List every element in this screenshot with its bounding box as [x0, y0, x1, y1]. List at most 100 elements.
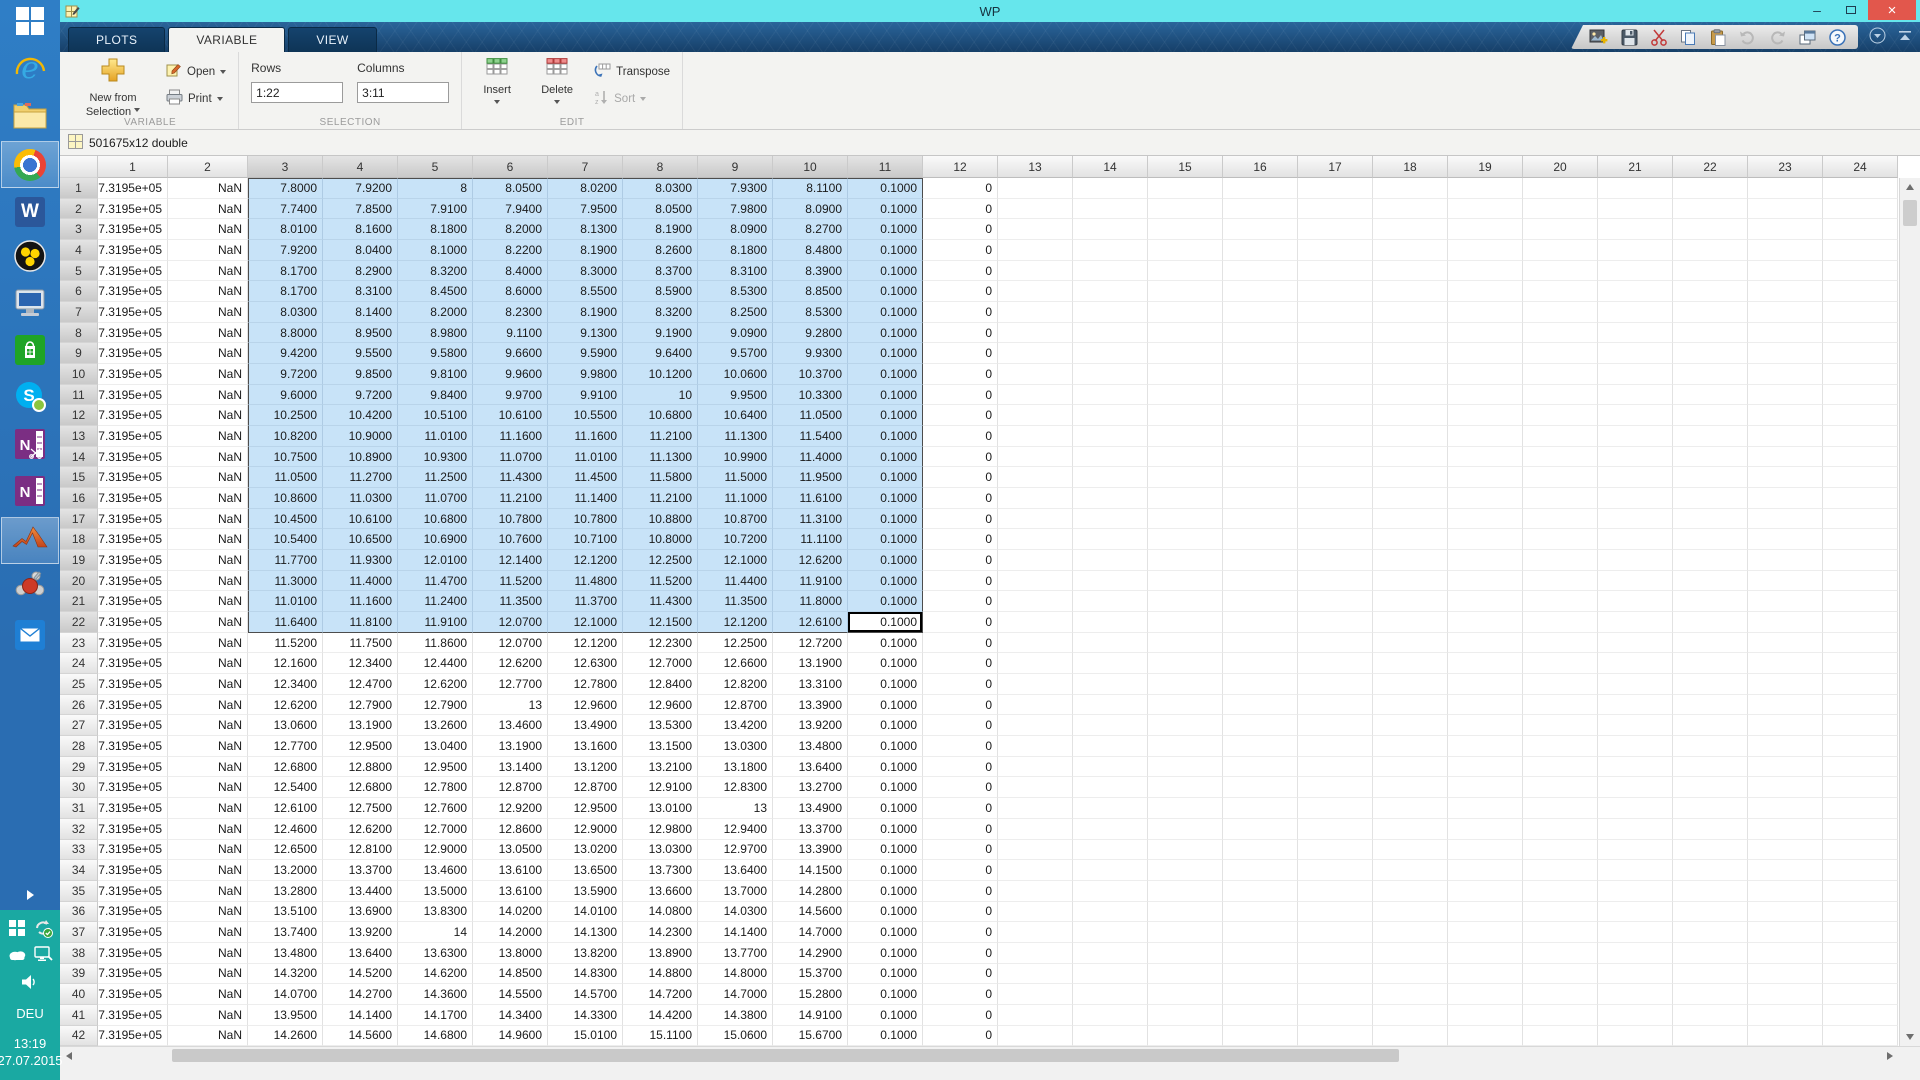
table-cell[interactable]	[1823, 261, 1898, 282]
table-cell[interactable]: 0	[923, 964, 998, 985]
table-cell[interactable]: 14.2600	[248, 1026, 323, 1046]
table-cell[interactable]: 0	[923, 426, 998, 447]
table-cell[interactable]	[1373, 633, 1448, 654]
table-cell[interactable]	[1523, 819, 1598, 840]
table-cell[interactable]	[1748, 405, 1823, 426]
table-cell[interactable]	[1748, 178, 1823, 199]
table-cell[interactable]	[1748, 860, 1823, 881]
table-cell[interactable]: 14.5200	[323, 964, 398, 985]
table-cell[interactable]: 0.1000	[848, 943, 923, 964]
table-cell[interactable]: 14.2300	[623, 922, 698, 943]
table-cell[interactable]: 7.9200	[248, 240, 323, 261]
table-cell[interactable]: NaN	[168, 984, 248, 1005]
table-cell[interactable]	[1748, 529, 1823, 550]
table-cell[interactable]: 15.0600	[698, 1026, 773, 1046]
table-cell[interactable]: 11.2400	[398, 591, 473, 612]
table-cell[interactable]: 11.4300	[623, 591, 698, 612]
table-cell[interactable]	[1598, 902, 1673, 923]
table-cell[interactable]	[1148, 984, 1223, 1005]
table-cell[interactable]	[1523, 902, 1598, 923]
quick-access-dropdown-icon[interactable]	[1869, 27, 1886, 44]
row-header[interactable]: 18	[60, 529, 98, 550]
table-cell[interactable]: 0.1000	[848, 323, 923, 344]
table-cell[interactable]	[1073, 343, 1148, 364]
table-cell[interactable]: 10.7200	[698, 529, 773, 550]
table-cell[interactable]	[1523, 302, 1598, 323]
table-cell[interactable]: 11.8600	[398, 633, 473, 654]
table-cell[interactable]	[1223, 447, 1298, 468]
table-cell[interactable]: 14.1300	[548, 922, 623, 943]
table-cell[interactable]	[1073, 426, 1148, 447]
table-cell[interactable]	[1223, 302, 1298, 323]
table-cell[interactable]: 14.6800	[398, 1026, 473, 1046]
table-cell[interactable]: 10	[623, 385, 698, 406]
table-cell[interactable]	[998, 819, 1073, 840]
table-cell[interactable]	[1448, 922, 1523, 943]
table-cell[interactable]: 0.1000	[848, 178, 923, 199]
table-cell[interactable]	[998, 612, 1073, 633]
row-header[interactable]: 29	[60, 757, 98, 778]
row-header[interactable]: 41	[60, 1005, 98, 1026]
table-cell[interactable]: 0	[923, 860, 998, 881]
table-cell[interactable]: 8.2500	[698, 302, 773, 323]
table-cell[interactable]	[1598, 281, 1673, 302]
table-cell[interactable]: 11.1600	[323, 591, 398, 612]
table-cell[interactable]	[1823, 860, 1898, 881]
table-cell[interactable]: 14.9100	[773, 1005, 848, 1026]
table-cell[interactable]	[1148, 633, 1223, 654]
table-cell[interactable]	[1223, 798, 1298, 819]
table-cell[interactable]: 0	[923, 881, 998, 902]
table-cell[interactable]: 12.1200	[548, 633, 623, 654]
table-cell[interactable]: 13.2800	[248, 881, 323, 902]
table-cell[interactable]	[1748, 1026, 1823, 1046]
table-cell[interactable]	[1748, 302, 1823, 323]
table-cell[interactable]: 11.3500	[473, 591, 548, 612]
table-cell[interactable]	[1373, 261, 1448, 282]
table-cell[interactable]	[1748, 964, 1823, 985]
table-cell[interactable]: NaN	[168, 674, 248, 695]
table-cell[interactable]: 12.6300	[548, 653, 623, 674]
table-cell[interactable]: 13.3900	[773, 695, 848, 716]
table-cell[interactable]: 11.4000	[323, 571, 398, 592]
table-cell[interactable]	[1298, 323, 1373, 344]
table-cell[interactable]	[1673, 612, 1748, 633]
table-cell[interactable]	[998, 984, 1073, 1005]
table-cell[interactable]	[1448, 261, 1523, 282]
table-cell[interactable]: 8.1800	[398, 219, 473, 240]
table-cell[interactable]	[1598, 199, 1673, 220]
row-header[interactable]: 7	[60, 302, 98, 323]
table-cell[interactable]: 12.9000	[398, 840, 473, 861]
table-cell[interactable]: 11.0300	[323, 488, 398, 509]
table-cell[interactable]: 12.7900	[323, 695, 398, 716]
table-cell[interactable]: 12.8400	[623, 674, 698, 695]
table-cell[interactable]: 11.0700	[398, 488, 473, 509]
table-cell[interactable]: NaN	[168, 426, 248, 447]
table-cell[interactable]: 8.1900	[548, 302, 623, 323]
table-cell[interactable]: 12.0700	[473, 612, 548, 633]
table-cell[interactable]: 0	[923, 178, 998, 199]
table-cell[interactable]	[998, 343, 1073, 364]
table-cell[interactable]	[1223, 509, 1298, 530]
table-cell[interactable]	[1523, 550, 1598, 571]
column-header[interactable]: 4	[323, 156, 398, 178]
table-cell[interactable]: 12.1600	[248, 653, 323, 674]
table-cell[interactable]: 11.1000	[698, 488, 773, 509]
row-header[interactable]: 35	[60, 881, 98, 902]
table-cell[interactable]	[1298, 302, 1373, 323]
table-cell[interactable]	[1598, 385, 1673, 406]
table-cell[interactable]	[1373, 1005, 1448, 1026]
table-cell[interactable]	[1598, 881, 1673, 902]
table-cell[interactable]	[998, 757, 1073, 778]
table-cell[interactable]: 7.3195e+05	[98, 219, 168, 240]
table-cell[interactable]	[1223, 178, 1298, 199]
table-cell[interactable]	[1598, 1026, 1673, 1046]
table-cell[interactable]: 7.9500	[548, 199, 623, 220]
table-cell[interactable]: 10.6100	[323, 509, 398, 530]
table-cell[interactable]: NaN	[168, 302, 248, 323]
row-header[interactable]: 20	[60, 571, 98, 592]
row-header[interactable]: 36	[60, 902, 98, 923]
table-cell[interactable]	[1748, 798, 1823, 819]
table-cell[interactable]: NaN	[168, 943, 248, 964]
table-cell[interactable]	[1523, 1005, 1598, 1026]
table-cell[interactable]: 12.7000	[398, 819, 473, 840]
